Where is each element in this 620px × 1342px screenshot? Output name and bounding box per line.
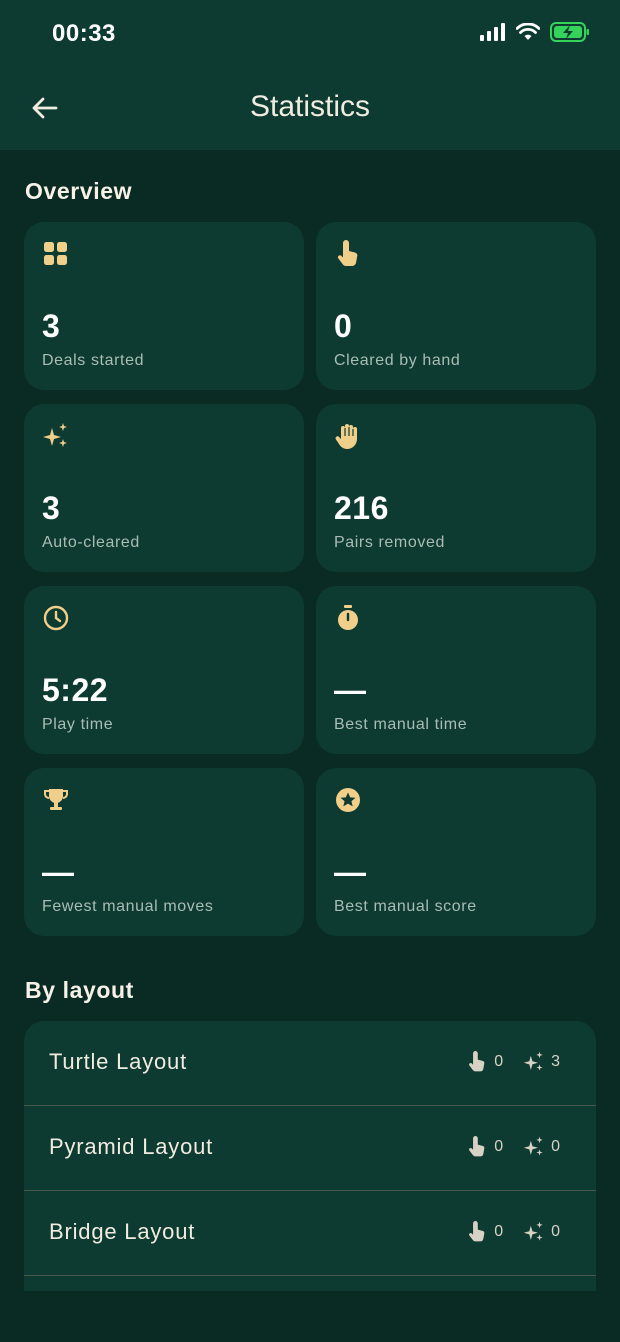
manual-count: 0: [494, 1053, 504, 1070]
battery-charging-icon: [550, 22, 589, 42]
tap-finger-icon: [469, 1136, 485, 1157]
stat-value: 3: [42, 490, 61, 526]
stat-label: Auto-cleared: [42, 534, 140, 551]
stat-label: Fewest manual moves: [42, 898, 214, 915]
stat-value: 216: [334, 490, 389, 526]
layout-row-bridge[interactable]: Bridge Layout 0 0: [24, 1191, 596, 1276]
signal-icon: [480, 23, 505, 41]
clock-icon: [43, 605, 69, 631]
layout-name: Turtle Layout: [49, 1049, 187, 1074]
stat-value: 3: [42, 308, 61, 344]
sparkles-icon: [523, 1051, 543, 1071]
stat-label: Deals started: [42, 352, 145, 369]
stat-value: —: [334, 854, 367, 890]
sparkles-icon: [523, 1221, 543, 1241]
trophy-icon: [44, 789, 68, 810]
stat-card-auto-cleared: 3 Auto-cleared: [24, 404, 304, 572]
stat-card-cleared-by-hand: 0 Cleared by hand: [316, 222, 596, 390]
overview-heading: Overview: [25, 178, 133, 204]
layout-stats: 0 0: [466, 1136, 560, 1158]
stat-card-play-time: 5:22 Play time: [24, 586, 304, 754]
sparkles-icon: [523, 1136, 543, 1156]
layout-stats: 0 3: [466, 1051, 560, 1073]
stat-label: Play time: [42, 716, 114, 733]
by-layout-heading: By layout: [25, 977, 134, 1003]
layout-stats: 0 0: [466, 1221, 560, 1243]
layout-row-turtle[interactable]: Turtle Layout 0 3: [24, 1021, 596, 1106]
stopwatch-icon: [338, 605, 358, 630]
stat-label: Best manual score: [334, 898, 477, 915]
grid-icon: [44, 242, 67, 265]
tap-finger-icon: [337, 240, 358, 267]
stat-card-fewest-manual-moves: — Fewest manual moves: [24, 768, 304, 936]
auto-count: 0: [551, 1138, 560, 1155]
stat-card-deals-started: 3 Deals started: [24, 222, 304, 390]
tap-finger-icon: [469, 1221, 485, 1242]
stat-card-best-manual-score: — Best manual score: [316, 768, 596, 936]
manual-count: 0: [494, 1223, 504, 1240]
stat-value: 0: [334, 308, 353, 344]
sparkles-icon: [43, 423, 67, 447]
app-header: 00:33 Statistics: [0, 0, 620, 150]
stat-label: Pairs removed: [334, 534, 445, 551]
layout-name: Pyramid Layout: [49, 1134, 214, 1159]
stat-label: Cleared by hand: [334, 352, 461, 369]
page-title: Statistics: [249, 90, 371, 123]
layout-list: Turtle Layout 0 3 Pyramid Layout 0 0 Bri…: [24, 1021, 596, 1291]
stat-card-best-manual-time: — Best manual time: [316, 586, 596, 754]
stat-value: —: [334, 672, 367, 708]
stat-card-pairs-removed: 216 Pairs removed: [316, 404, 596, 572]
stat-value: —: [42, 854, 75, 890]
stat-value: 5:22: [42, 672, 109, 708]
stat-label: Best manual time: [334, 716, 468, 733]
auto-count: 0: [551, 1223, 560, 1240]
tap-finger-icon: [469, 1051, 485, 1072]
wifi-icon: [516, 23, 540, 40]
hand-icon: [335, 424, 357, 449]
manual-count: 0: [494, 1138, 504, 1155]
star-circle-icon: [336, 788, 360, 812]
status-icons: [480, 22, 590, 42]
auto-count: 3: [551, 1053, 560, 1070]
layout-row-pyramid[interactable]: Pyramid Layout 0 0: [24, 1106, 596, 1191]
layout-name: Bridge Layout: [49, 1219, 196, 1244]
status-time: 00:33: [52, 20, 116, 47]
